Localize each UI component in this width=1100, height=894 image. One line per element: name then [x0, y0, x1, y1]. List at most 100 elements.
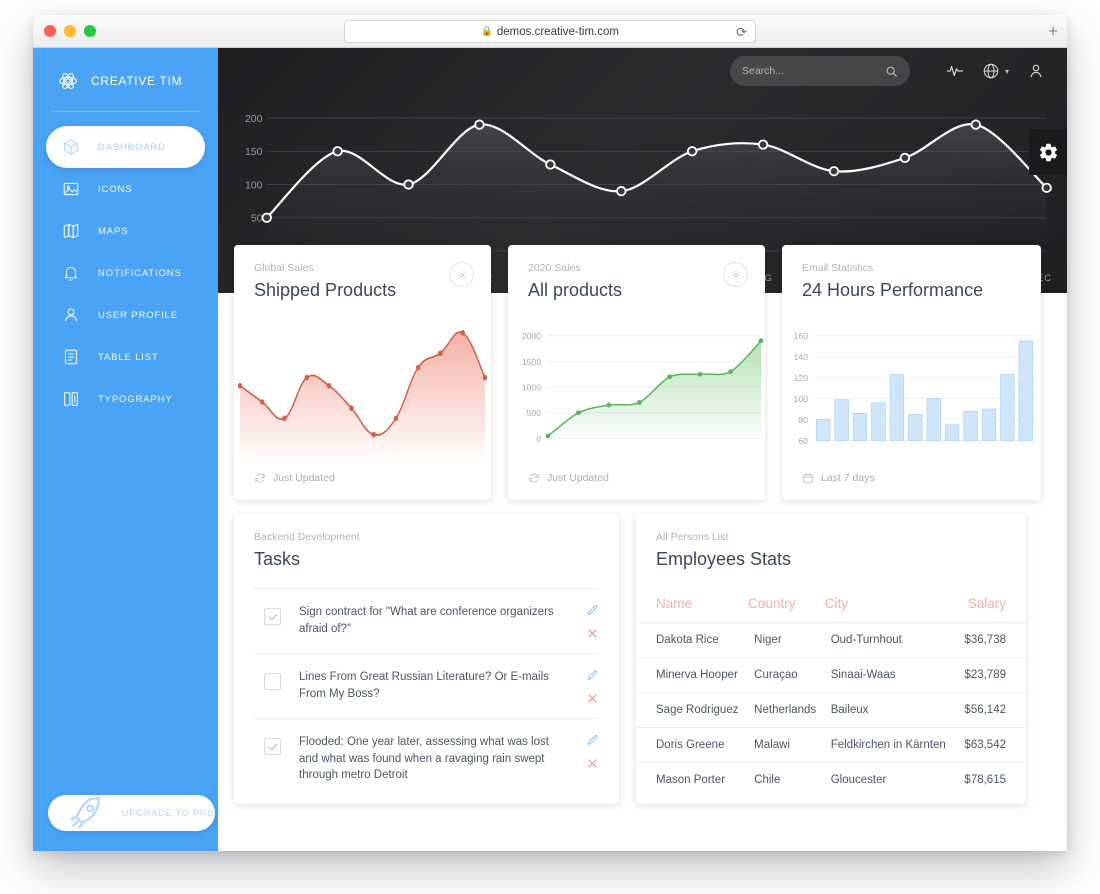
card-all-products: 2020 Sales All products 0 500 1000 1500 … [508, 245, 765, 500]
svg-text:120: 120 [794, 373, 809, 383]
table-cell: $56,142 [956, 692, 1026, 728]
upgrade-to-pro-label: UPGRADE TO PRO [121, 808, 215, 818]
table-cell: Mason Porter [656, 774, 726, 786]
table-cell: Niger [748, 622, 825, 658]
url-text: demos.creative-tim.com [496, 25, 619, 38]
svg-text:500: 500 [527, 408, 542, 418]
task-actions [586, 667, 599, 705]
sidebar-item-label: ICONS [98, 183, 133, 195]
card-settings-button[interactable] [449, 262, 474, 287]
gear-icon [456, 269, 467, 280]
sidebar-item-dashboard[interactable]: DASHBOARD [46, 126, 205, 168]
table-cell: Gloucester [830, 774, 887, 786]
svg-text:140: 140 [794, 352, 809, 362]
sidebar-item-label: TYPOGRAPHY [98, 393, 173, 405]
close-icon[interactable] [586, 692, 599, 705]
check-icon [268, 743, 277, 750]
table-cell: $78,615 [964, 774, 1006, 786]
task-list: Sign contract for "What are conference o… [234, 588, 619, 797]
svg-text:100: 100 [794, 394, 809, 404]
cube-icon [64, 139, 78, 155]
table-row[interactable]: Doris Greene Malawi Feldkirchen in Kärnten… [636, 727, 1026, 763]
sidebar-item-table-list[interactable]: TABLE LIST [46, 336, 205, 378]
atom-icon [59, 73, 77, 89]
browser-chrome: 🔒 demos.creative-tim.com ⟳ + [33, 15, 1067, 48]
window-controls[interactable] [33, 25, 96, 37]
table-cell: Oud-Turnhout [824, 622, 957, 658]
table-cell: Feldkirchen in Kärnten [824, 727, 957, 763]
email-bar-chart: 60 80 100 120 140 160 [794, 331, 1035, 446]
brand-label: CREATIVE TIM [91, 74, 183, 88]
search-box[interactable] [729, 56, 910, 86]
edit-icon[interactable] [586, 734, 599, 747]
pulse-icon[interactable] [946, 62, 964, 80]
hero-settings-button[interactable] [1029, 129, 1067, 175]
card-eyebrow: Email Statistics [802, 262, 874, 274]
close-window-button[interactable] [44, 25, 56, 37]
card-footer-label: Last 7 days [821, 472, 875, 484]
edit-icon[interactable] [586, 604, 599, 617]
table-row[interactable]: Dakota Rice Niger Oud-Turnhout $36,738 [636, 622, 1026, 658]
sidebar-item-label: TABLE LIST [98, 351, 159, 363]
search-input[interactable] [741, 65, 885, 77]
lock-icon: 🔒 [481, 26, 493, 37]
person-icon[interactable] [1027, 62, 1045, 80]
email-chart-area: 60 80 100 120 140 160 [782, 301, 1041, 472]
close-icon[interactable] [586, 757, 599, 770]
gear-icon [730, 269, 741, 280]
browser-window: 🔒 demos.creative-tim.com ⟳ + CREATIVE TI… [33, 15, 1067, 851]
task-checkbox[interactable] [264, 673, 281, 690]
brand[interactable]: CREATIVE TIM [33, 62, 218, 100]
svg-text:1000: 1000 [522, 382, 541, 392]
card-footer-label: Just Updated [273, 472, 335, 484]
table-cell: Chile [754, 774, 781, 786]
minimize-window-button[interactable] [64, 25, 76, 37]
map-icon [63, 223, 79, 239]
sidebar-divider [51, 111, 200, 112]
new-tab-button[interactable]: + [1048, 23, 1058, 40]
sidebar-item-user-profile[interactable]: USER PROFILE [46, 294, 205, 336]
card-title: Employees Stats [656, 549, 792, 569]
bell-icon [64, 266, 78, 281]
sidebar-item-notifications[interactable]: NOTIFICATIONS [46, 252, 205, 294]
table-row[interactable]: Minerva Hooper Curaçao Sinaai-Waas $23,789 [636, 657, 1026, 693]
table-column-header: Salary [956, 586, 1026, 623]
rocket-icon [70, 796, 100, 829]
gear-icon [1039, 143, 1057, 161]
task-checkbox[interactable] [264, 608, 281, 625]
table-header-row: Name Country City Salary [636, 586, 1026, 623]
card-settings-button[interactable] [723, 262, 748, 287]
maximize-window-button[interactable] [84, 25, 96, 37]
reload-icon[interactable]: ⟳ [736, 25, 747, 38]
employees-table: Name Country City Salary Dakota Rice Niger Ou… [636, 586, 1026, 797]
refresh-icon [529, 473, 539, 483]
card-title: 24 Hours Performance [802, 280, 984, 300]
upgrade-to-pro-button[interactable]: UPGRADE TO PRO [48, 795, 215, 831]
sidebar-item-label: USER PROFILE [98, 309, 178, 321]
table-row[interactable]: Sage Rodriguez Netherlands Baileux $56,142 [636, 692, 1026, 728]
card-eyebrow: Backend Development [254, 531, 360, 543]
card-employees-stats: All Persons List Employees Stats Name Cou… [636, 514, 1026, 804]
edit-icon[interactable] [586, 669, 599, 682]
sidebar-item-icons[interactable]: ICONS [46, 168, 205, 210]
refresh-icon [255, 473, 265, 483]
task-label: Sign contract for "What are conference o… [299, 606, 554, 635]
sidebar-item-typography[interactable]: TYPOGRAPHY [46, 378, 205, 420]
card-footer: Last 7 days [782, 472, 1041, 500]
chevron-down-icon[interactable]: ▾ [1005, 67, 1009, 76]
close-icon[interactable] [586, 627, 599, 640]
sidebar-nav: DASHBOARD ICONS MAPS NOTIFICATIONS USER … [33, 126, 218, 420]
table-cell: Netherlands [748, 692, 825, 728]
svg-text:0: 0 [536, 434, 541, 444]
bottom-card-row: Backend Development Tasks Sign contract … [234, 514, 1051, 804]
address-bar[interactable]: 🔒 demos.creative-tim.com ⟳ [344, 20, 756, 43]
main-content: ▾ [218, 48, 1067, 851]
table-row[interactable]: Mason Porter Chile Gloucester $78,615 [636, 763, 1026, 798]
task-checkbox[interactable] [264, 738, 281, 755]
globe-icon[interactable] [982, 62, 1000, 80]
dashboard-content: Global Sales Shipped Products Just Updat… [218, 245, 1067, 804]
table-cell: $63,542 [956, 727, 1026, 763]
table-column-header: Name [636, 586, 749, 623]
search-icon[interactable] [885, 65, 898, 78]
sidebar-item-maps[interactable]: MAPS [46, 210, 205, 252]
